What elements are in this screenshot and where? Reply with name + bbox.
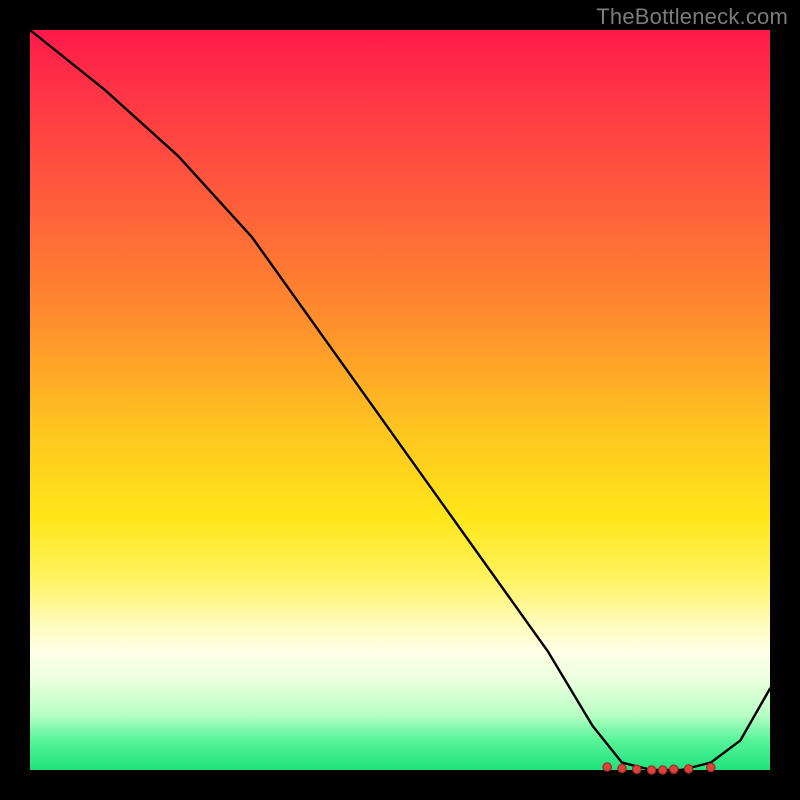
marker-dot [618, 764, 626, 772]
chart-frame: TheBottleneck.com [0, 0, 800, 800]
curve-svg [30, 30, 770, 770]
watermark-text: TheBottleneck.com [596, 4, 788, 30]
marker-dot [659, 766, 667, 774]
plot-area [30, 30, 770, 770]
marker-dot [633, 765, 641, 773]
main-curve [30, 30, 770, 770]
marker-dot [684, 765, 692, 773]
marker-dot [647, 766, 655, 774]
curve-markers [603, 763, 715, 774]
marker-dot [707, 763, 715, 771]
marker-dot [603, 763, 611, 771]
marker-dot [670, 765, 678, 773]
